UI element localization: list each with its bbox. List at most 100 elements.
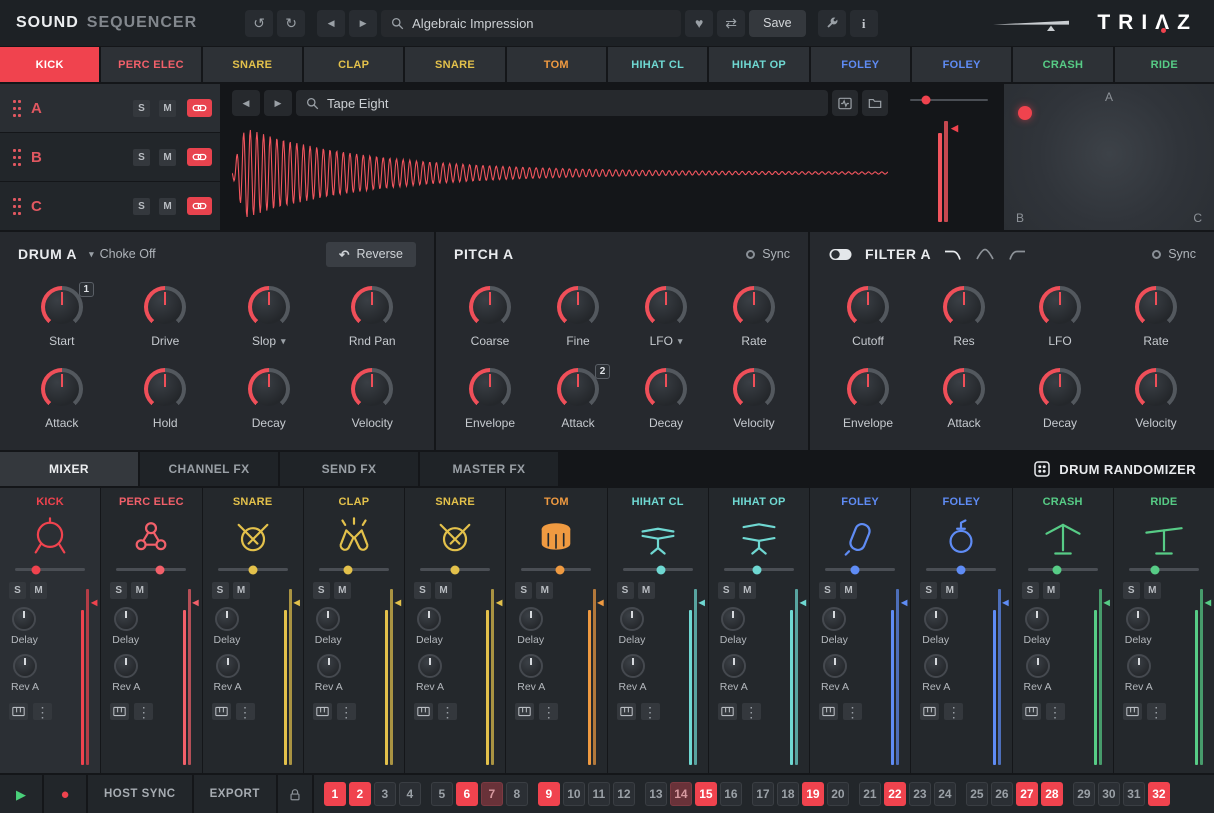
lowpass-filter-icon[interactable] xyxy=(943,247,963,261)
knob-dial[interactable] xyxy=(144,368,186,410)
delay-send-knob[interactable] xyxy=(519,607,543,631)
step-cell[interactable]: 30 xyxy=(1098,782,1120,806)
pad-foley-1[interactable]: FOLEY xyxy=(811,47,910,82)
keyboard-button[interactable] xyxy=(1022,703,1041,720)
layer-row-c[interactable]: C S M xyxy=(0,182,220,230)
keyboard-button[interactable] xyxy=(110,703,129,720)
step-cell[interactable]: 11 xyxy=(588,782,610,806)
channel-solo-button[interactable]: S xyxy=(212,582,229,599)
step-cell[interactable]: 18 xyxy=(777,782,799,806)
step-cell[interactable]: 28 xyxy=(1041,782,1063,806)
slider-handle[interactable] xyxy=(753,565,762,574)
knob-dial[interactable] xyxy=(1039,368,1081,410)
channel-level-slider[interactable] xyxy=(420,568,490,571)
delay-send-knob[interactable] xyxy=(1025,607,1049,631)
channel-level-slider[interactable] xyxy=(116,568,186,571)
knob-dial[interactable] xyxy=(1135,368,1177,410)
drum-randomizer-button[interactable]: DRUM RANDOMIZER xyxy=(1016,452,1214,486)
mixer-channel-snare-2[interactable]: SNARE S M Delay Rev A ⋮ ◀ xyxy=(405,488,505,773)
reverb-send-knob[interactable] xyxy=(722,654,746,678)
knob-envelope[interactable]: Envelope xyxy=(820,358,916,440)
slider-handle[interactable] xyxy=(957,565,966,574)
channel-menu-button[interactable]: ⋮ xyxy=(438,703,457,720)
knob-attack[interactable]: Attack xyxy=(916,358,1012,440)
channel-mute-button[interactable]: M xyxy=(840,582,857,599)
slider-handle[interactable] xyxy=(451,565,460,574)
preset-prev-button[interactable]: ◀ xyxy=(317,10,345,37)
knob-dial[interactable] xyxy=(1039,286,1081,328)
channel-menu-button[interactable]: ⋮ xyxy=(742,703,761,720)
channel-solo-button[interactable]: S xyxy=(718,582,735,599)
reverse-button[interactable]: ↶Reverse xyxy=(326,242,416,267)
knob-dial[interactable] xyxy=(41,368,83,410)
keyboard-button[interactable] xyxy=(1123,703,1142,720)
channel-solo-button[interactable]: S xyxy=(414,582,431,599)
channel-menu-button[interactable]: ⋮ xyxy=(539,703,558,720)
layer-mute-button[interactable]: M xyxy=(159,198,176,215)
step-cell[interactable]: 7 xyxy=(481,782,503,806)
keyboard-button[interactable] xyxy=(414,703,433,720)
keyboard-button[interactable] xyxy=(718,703,737,720)
step-cell[interactable]: 3 xyxy=(374,782,396,806)
delay-send-knob[interactable] xyxy=(316,607,340,631)
channel-level-slider[interactable] xyxy=(319,568,389,571)
sample-next-button[interactable]: ▶ xyxy=(264,90,292,116)
channel-solo-button[interactable]: S xyxy=(9,582,26,599)
delay-send-knob[interactable] xyxy=(822,607,846,631)
step-cell[interactable]: 8 xyxy=(506,782,528,806)
delay-send-knob[interactable] xyxy=(924,607,948,631)
reverb-send-knob[interactable] xyxy=(823,654,847,678)
highpass-filter-icon[interactable] xyxy=(1007,247,1027,261)
knob-dial[interactable] xyxy=(1135,286,1177,328)
slider-handle[interactable] xyxy=(248,565,257,574)
channel-menu-button[interactable]: ⋮ xyxy=(33,703,52,720)
knob-dial[interactable] xyxy=(144,286,186,328)
channel-solo-button[interactable]: S xyxy=(110,582,127,599)
knob-dial[interactable] xyxy=(847,368,889,410)
knob-dial[interactable] xyxy=(248,286,290,328)
channel-solo-button[interactable]: S xyxy=(617,582,634,599)
step-cell[interactable]: 9 xyxy=(538,782,560,806)
channel-solo-button[interactable]: S xyxy=(515,582,532,599)
redo-button[interactable]: ↻ xyxy=(277,10,305,37)
knob-rnd-pan[interactable]: Rnd Pan xyxy=(321,276,425,358)
slider-handle[interactable] xyxy=(32,565,41,574)
channel-menu-button[interactable]: ⋮ xyxy=(236,703,255,720)
pattern-lock-button[interactable] xyxy=(278,775,312,813)
knob-velocity[interactable]: Velocity xyxy=(710,358,798,440)
knob-dial[interactable] xyxy=(351,286,393,328)
layer-mute-button[interactable]: M xyxy=(159,149,176,166)
reverb-send-knob[interactable] xyxy=(216,654,240,678)
layer-link-button[interactable] xyxy=(187,197,212,215)
knob-dial[interactable] xyxy=(645,368,687,410)
step-cell[interactable]: 31 xyxy=(1123,782,1145,806)
channel-mute-button[interactable]: M xyxy=(1144,582,1161,599)
tab-master-fx[interactable]: MASTER FX xyxy=(420,452,558,486)
channel-mute-button[interactable]: M xyxy=(435,582,452,599)
tab-channel-fx[interactable]: CHANNEL FX xyxy=(140,452,278,486)
channel-menu-button[interactable]: ⋮ xyxy=(944,703,963,720)
layer-link-button[interactable] xyxy=(187,148,212,166)
preset-search-input[interactable] xyxy=(412,16,671,31)
choke-dropdown[interactable]: ▾Choke Off xyxy=(89,247,156,261)
favorite-button[interactable]: ♥ xyxy=(685,10,713,37)
step-cell[interactable]: 14 xyxy=(670,782,692,806)
delay-send-knob[interactable] xyxy=(620,607,644,631)
knob-dial[interactable] xyxy=(41,286,83,328)
keyboard-button[interactable] xyxy=(920,703,939,720)
knob-start[interactable]: 1Start xyxy=(10,276,114,358)
pitch-sync-toggle[interactable]: Sync xyxy=(746,247,790,261)
knob-rate[interactable]: Rate xyxy=(710,276,798,358)
knob-dial[interactable] xyxy=(943,368,985,410)
knob-fine[interactable]: Fine xyxy=(534,276,622,358)
channel-solo-button[interactable]: S xyxy=(1022,582,1039,599)
layer-solo-button[interactable]: S xyxy=(133,149,150,166)
slider-handle[interactable] xyxy=(657,565,666,574)
sample-search[interactable] xyxy=(296,90,828,116)
mixer-channel-snare-1[interactable]: SNARE S M Delay Rev A ⋮ ◀ xyxy=(203,488,303,773)
mixer-channel-hihat-op[interactable]: HIHAT OP S M Delay Rev A ⋮ ◀ xyxy=(709,488,809,773)
channel-level-slider[interactable] xyxy=(623,568,693,571)
mixer-channel-clap[interactable]: CLAP S M Delay Rev A ⋮ ◀ xyxy=(304,488,404,773)
layer-xy-pad[interactable]: A B C xyxy=(1004,84,1214,230)
reverb-send-knob[interactable] xyxy=(114,654,138,678)
